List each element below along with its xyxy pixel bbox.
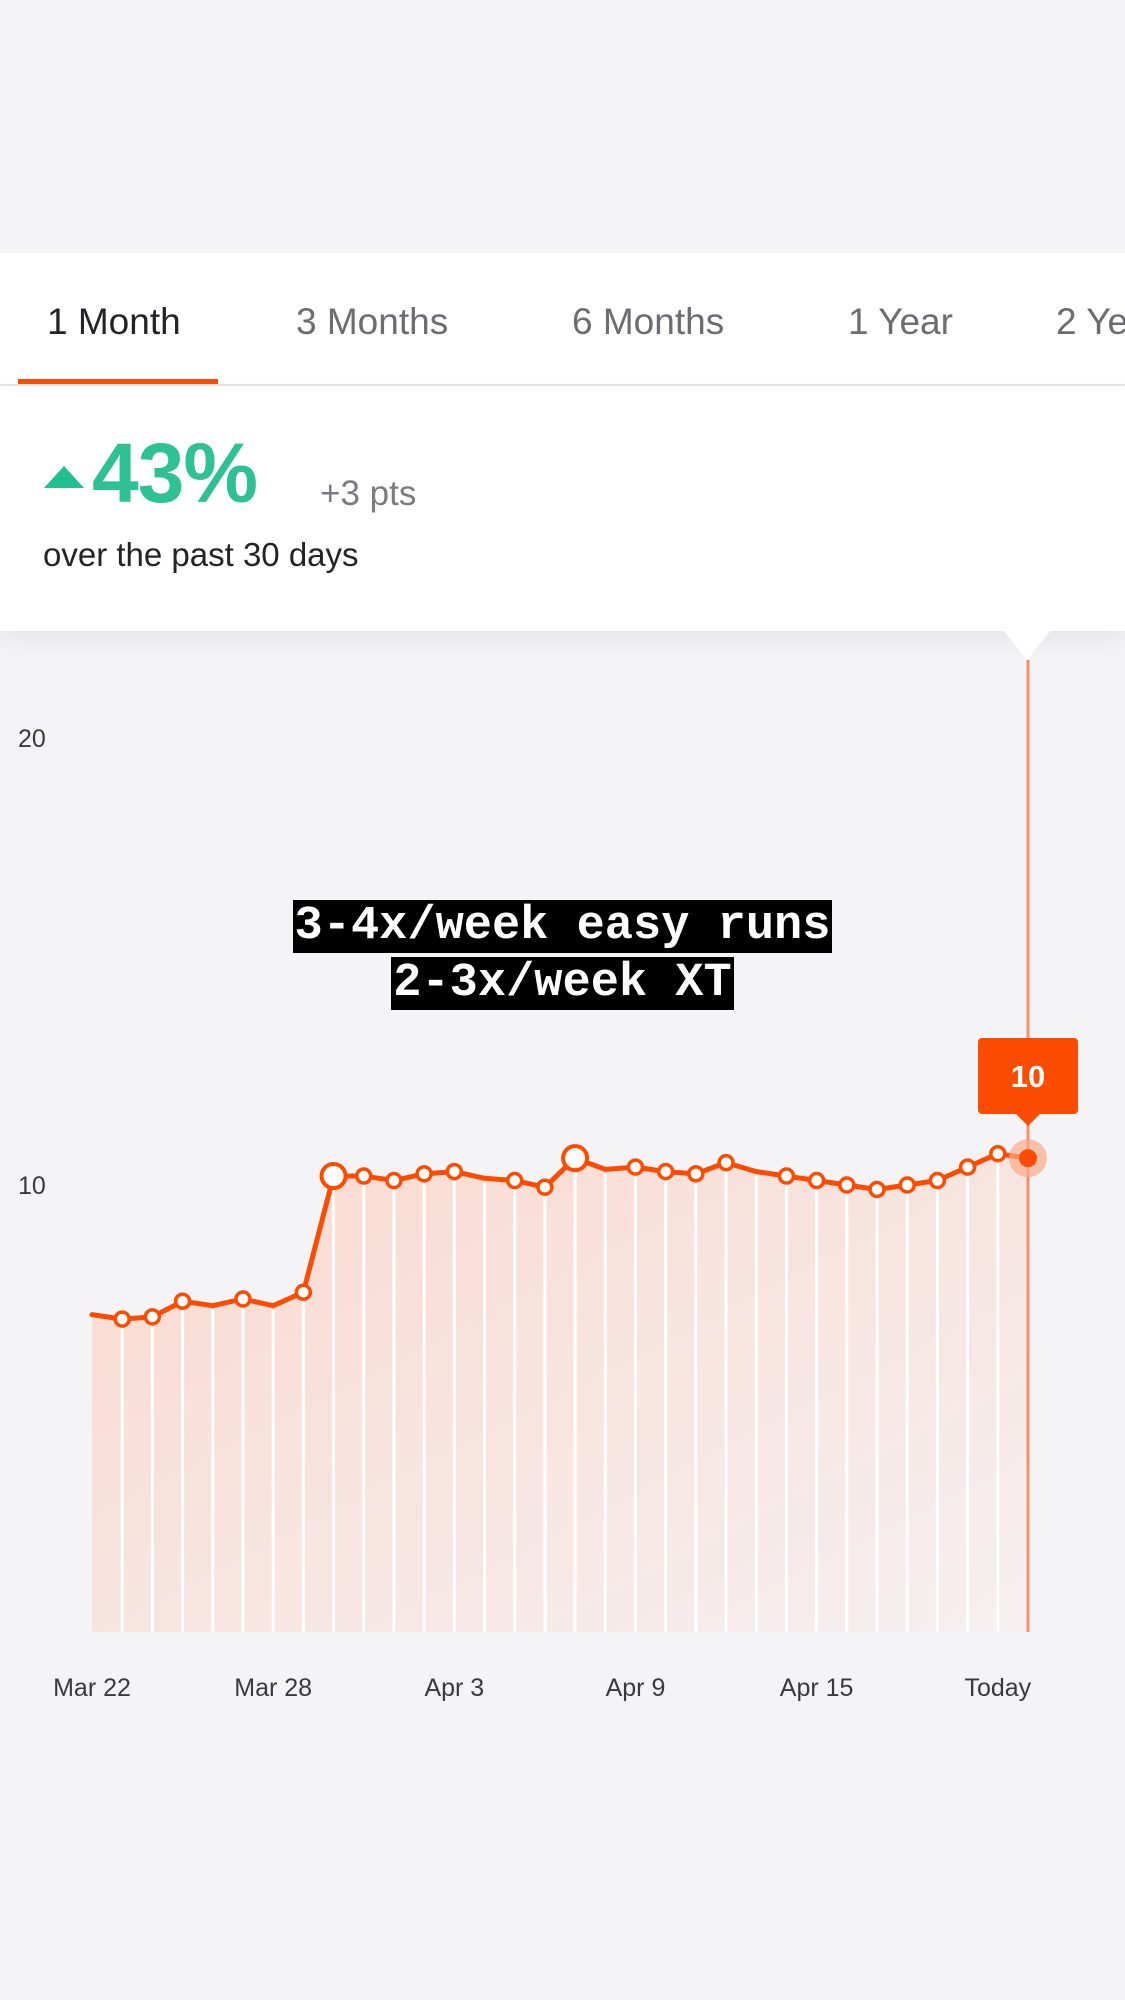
data-point <box>898 1176 916 1194</box>
tab-1-month[interactable]: 1 Month <box>47 301 181 343</box>
data-point <box>807 1171 826 1190</box>
data-point <box>656 1162 675 1181</box>
data-point <box>536 1178 554 1196</box>
points-change: +3 pts <box>320 474 417 513</box>
data-point <box>561 1144 590 1173</box>
data-point <box>687 1165 705 1183</box>
up-triangle-icon <box>44 466 84 488</box>
x-tick-label: Apr 3 <box>424 1674 484 1702</box>
caption-line-2: 2-3x/week XT <box>391 957 734 1010</box>
caption-overlay: 3-4x/week easy runs 2-3x/week XT <box>0 898 1125 1012</box>
data-point <box>173 1292 192 1310</box>
selected-point <box>1019 1149 1037 1168</box>
data-point <box>868 1180 886 1199</box>
value-tooltip-pointer <box>1016 1114 1040 1126</box>
data-point <box>989 1144 1007 1163</box>
active-tab-indicator <box>18 379 218 384</box>
chart-footer-area <box>0 1762 1125 2000</box>
caption-line-1: 3-4x/week easy runs <box>292 900 833 953</box>
data-point <box>319 1162 348 1191</box>
x-tick-label: Mar 28 <box>234 1674 312 1702</box>
data-point <box>294 1283 313 1302</box>
data-point <box>626 1158 645 1176</box>
x-tick-label: Mar 22 <box>53 1674 131 1702</box>
data-point <box>113 1310 131 1328</box>
x-tick-label: Apr 9 <box>606 1674 666 1702</box>
data-point <box>505 1171 524 1190</box>
tooltip-value: 10 <box>1011 1059 1045 1094</box>
tab-6-months[interactable]: 6 Months <box>572 301 724 343</box>
data-point <box>958 1158 977 1176</box>
data-point <box>838 1176 856 1194</box>
data-point <box>717 1153 735 1172</box>
tab-1-year[interactable]: 1 Year <box>848 301 953 343</box>
chart-area <box>92 1153 1028 1632</box>
y-tick-label: 20 <box>18 725 46 753</box>
data-point <box>777 1167 796 1185</box>
data-point <box>445 1162 464 1181</box>
x-tick-label: Apr 15 <box>780 1674 854 1702</box>
period-label: over the past 30 days <box>43 536 359 573</box>
data-point <box>143 1308 162 1326</box>
time-range-tabs: 1 Month 3 Months 6 Months 1 Year 2 Ye <box>0 253 1125 386</box>
tab-2-years[interactable]: 2 Ye <box>1056 301 1125 343</box>
fitness-chart[interactable]: 20 10 10 Mar 22 Mar 28 Apr 3 Apr 9 Apr 15 Today <box>0 640 1125 1762</box>
percent-change: 43% <box>92 426 258 520</box>
data-point <box>928 1171 947 1190</box>
data-point <box>354 1167 373 1185</box>
data-point <box>385 1171 403 1190</box>
data-point <box>234 1290 252 1308</box>
x-tick-label: Today <box>964 1674 1031 1702</box>
y-tick-label: 10 <box>18 1172 46 1200</box>
tab-3-months[interactable]: 3 Months <box>296 301 448 343</box>
data-point <box>415 1165 433 1183</box>
